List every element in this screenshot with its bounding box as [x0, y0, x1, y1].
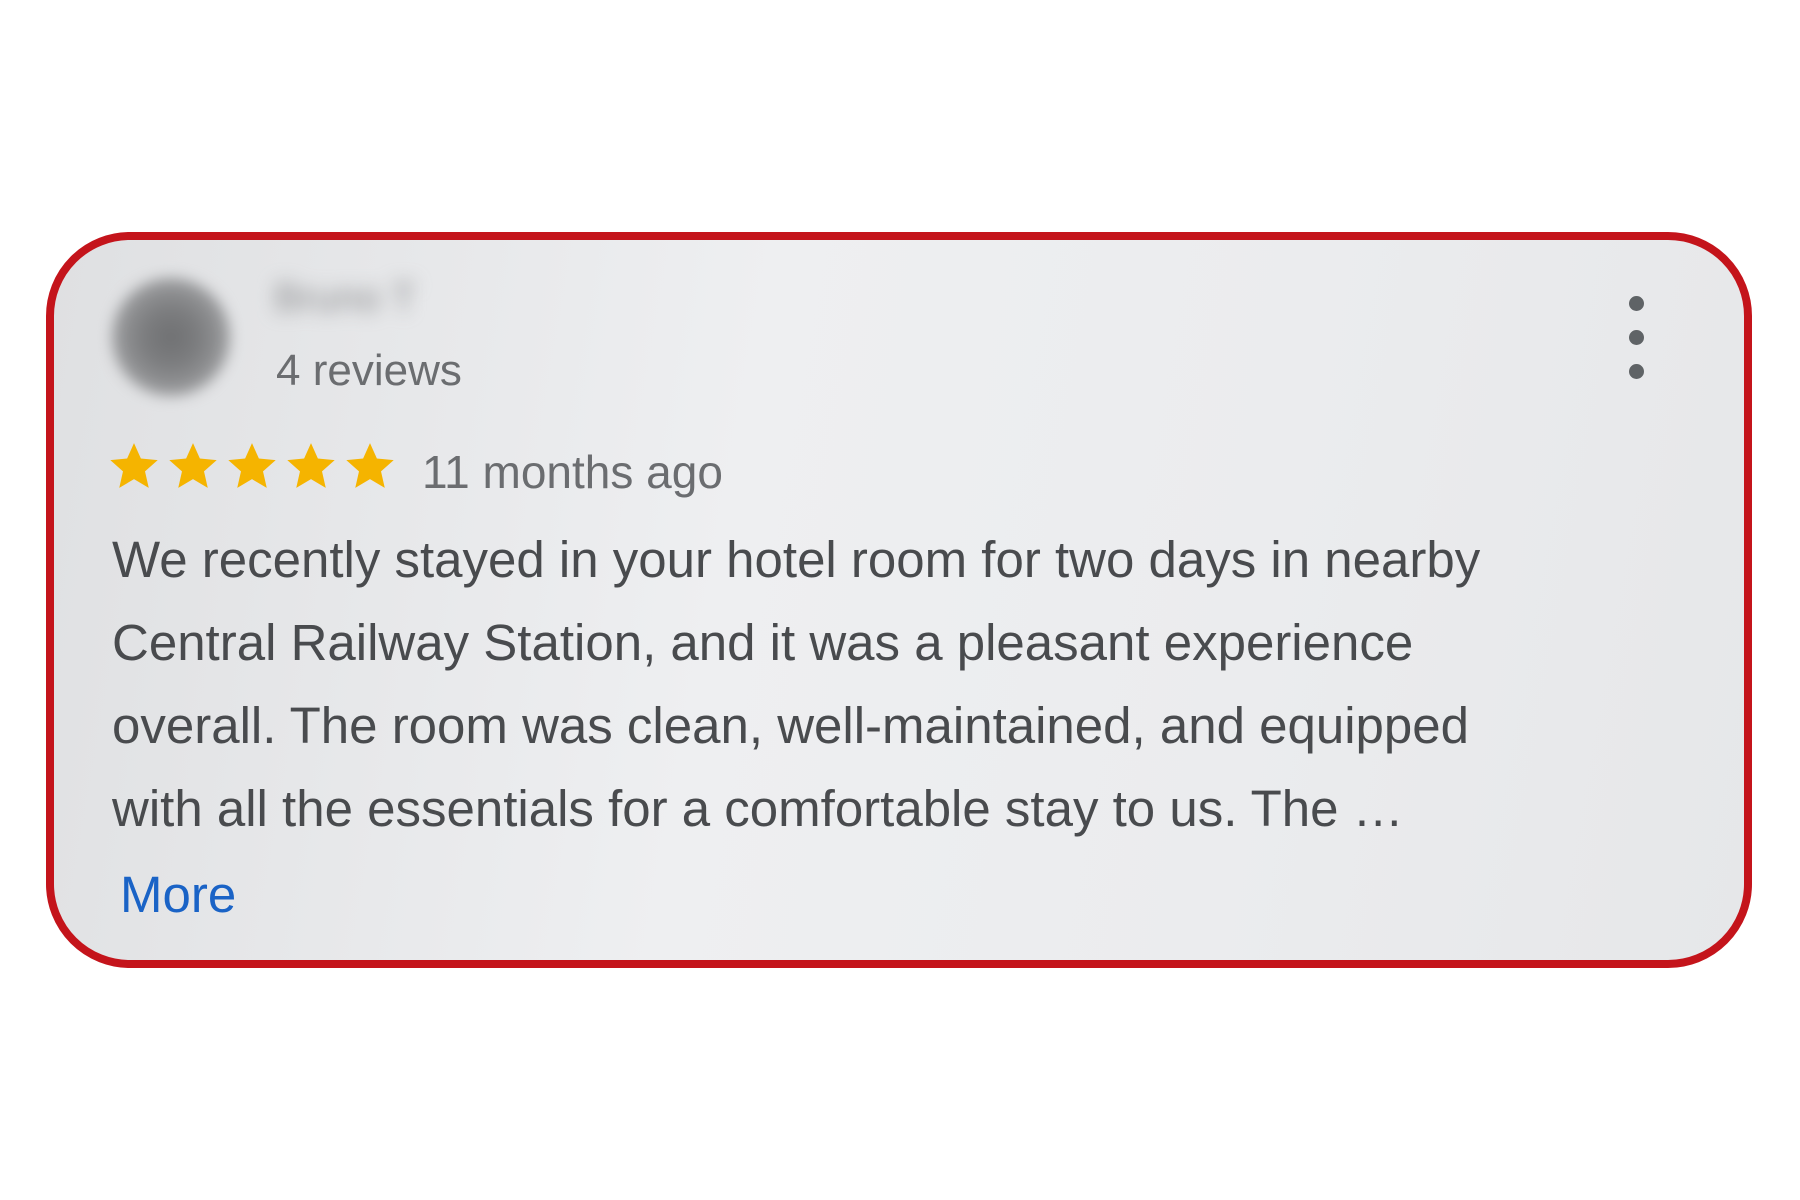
review-text-line: Central Railway Station, and it was a pl… — [112, 614, 1414, 671]
more-link[interactable]: More — [120, 865, 236, 924]
review-card: Bruno T 4 reviews 11 months ago We recen… — [46, 232, 1752, 968]
review-count: 4 reviews — [276, 346, 462, 395]
review-text: We recently stayed in your hotel room fo… — [112, 518, 1692, 850]
more-options-button[interactable] — [1622, 296, 1652, 380]
star-icon — [169, 443, 217, 488]
star-icon — [287, 443, 335, 488]
star-icon — [346, 443, 394, 488]
star-icon — [110, 443, 158, 488]
review-text-line: with all the essentials for a comfortabl… — [112, 780, 1404, 837]
review-date: 11 months ago — [422, 446, 723, 498]
review-text-line: We recently stayed in your hotel room fo… — [112, 531, 1481, 588]
star-rating — [106, 438, 398, 494]
review-text-line: overall. The room was clean, well-mainta… — [112, 697, 1470, 754]
star-icon — [228, 443, 276, 488]
avatar[interactable] — [112, 278, 230, 396]
author-name[interactable]: Bruno T — [274, 276, 416, 320]
